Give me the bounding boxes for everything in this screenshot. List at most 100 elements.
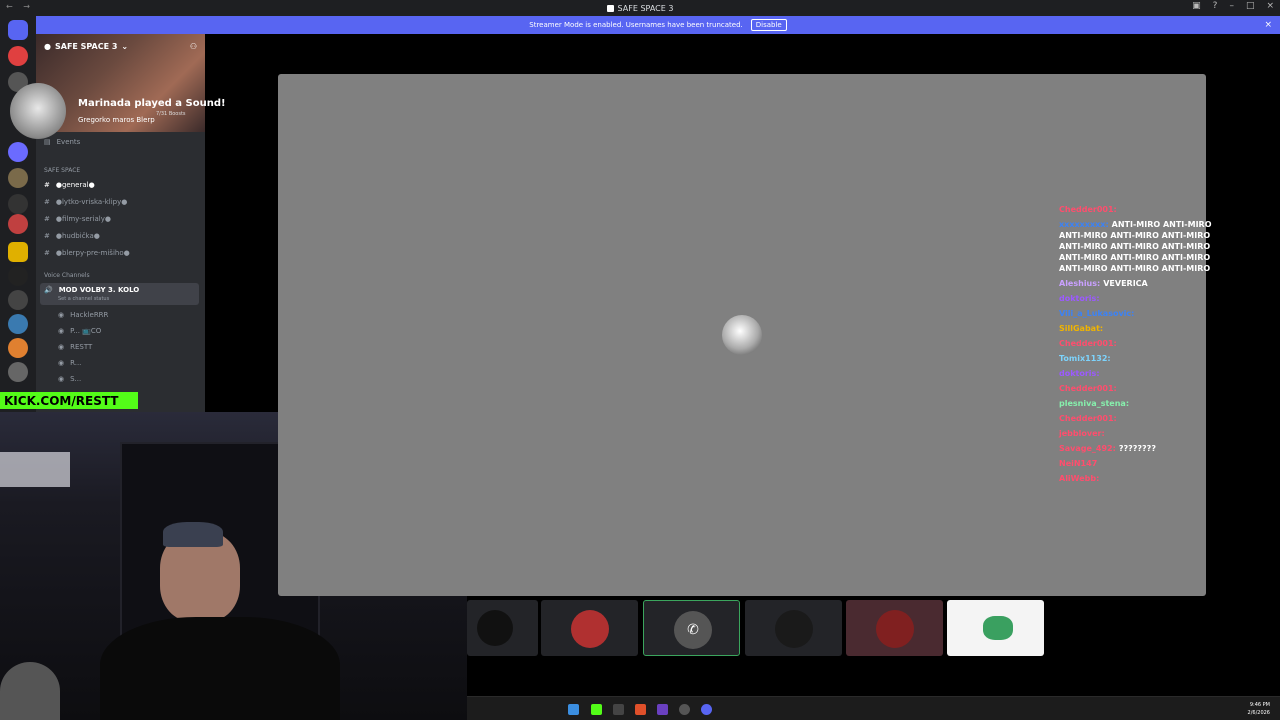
brave-icon[interactable] (635, 704, 646, 715)
events-row[interactable]: ▤ Events (44, 138, 80, 146)
avatar: ◉ (58, 359, 65, 367)
participant-tile[interactable] (846, 600, 943, 656)
person-shirt (100, 617, 340, 720)
category-safe-space[interactable]: SAFE SPACE (44, 167, 80, 174)
server-icon[interactable] (8, 338, 28, 358)
participant-tile[interactable] (947, 600, 1044, 656)
chat-message: Aleshius: VEVERICA (1059, 278, 1219, 289)
participant-tile[interactable] (467, 600, 538, 656)
invite-icon[interactable]: ⚇ (190, 42, 197, 51)
voice-user-name: P... 📺CO (70, 327, 102, 335)
channel-lytko[interactable]: # ●lytko-vriska-klipy● (44, 198, 127, 206)
avatar: ◉ (58, 311, 65, 319)
app-icon[interactable] (657, 704, 668, 715)
streamer-mode-banner: Streamer Mode is enabled. Usernames have… (36, 16, 1280, 34)
minimize-button[interactable]: – (1229, 1, 1234, 11)
clock[interactable]: 9:46 PM 2/6/2026 (1248, 701, 1270, 717)
voice-user[interactable]: ◉ HackleRRR (58, 311, 108, 319)
server-icon[interactable] (8, 214, 28, 234)
voice-user-name: R... (70, 359, 82, 367)
sound-notification: Marinada played a Sound! (78, 98, 226, 109)
taskbar: 9:46 PM 2/6/2026 (467, 696, 1280, 720)
channel-sidebar: ● SAFE SPACE 3 ⌄ ⚇ Marinada played a Sou… (36, 34, 226, 412)
chevron-down-icon: ⌄ (121, 42, 129, 51)
server-icon[interactable] (8, 168, 28, 188)
chat-username: xxxxxxxxx: (1059, 220, 1109, 229)
channel-general[interactable]: # ●general● (44, 181, 95, 189)
start-icon[interactable] (568, 704, 579, 715)
server-icon[interactable] (8, 46, 28, 66)
help-icon[interactable]: ? (1213, 1, 1218, 11)
chat-username: jebblover: (1059, 429, 1105, 438)
avatar: ◉ (58, 327, 65, 335)
boost-counter[interactable]: 7/31 Boosts (156, 111, 186, 117)
chat-text: VEVERICA (1103, 279, 1148, 288)
hash-icon: # (44, 232, 50, 240)
speaker-icon: 🔊 (44, 286, 53, 294)
participant-tile-speaking[interactable]: ✆ (643, 600, 740, 656)
chat-message: Chedder001: (1059, 413, 1219, 424)
chat-message: xxxxxxxxx: ANTI-MIRO ANTI-MIRO ANTI-MIRO … (1059, 219, 1219, 274)
chat-message: Savage_492:???????? (1059, 443, 1219, 454)
channel-hudbicka[interactable]: # ●hudbička● (44, 232, 100, 240)
chat-username: Vili_a_Lukasovic: (1059, 309, 1135, 318)
discord-home-icon[interactable] (8, 20, 28, 40)
maximize-button[interactable]: □ (1246, 1, 1255, 11)
chat-message: doktoris: (1059, 368, 1219, 379)
close-banner-icon[interactable]: × (1264, 20, 1272, 30)
back-forward-icons[interactable]: ← → (6, 2, 34, 11)
kick-app-icon[interactable] (591, 704, 602, 715)
chat-username: NeiN147 (1059, 459, 1098, 468)
chat-message: AliWebb: (1059, 473, 1219, 484)
clock-time: 9:46 PM (1249, 702, 1270, 708)
app-icon[interactable] (613, 704, 624, 715)
server-icon[interactable] (8, 362, 28, 382)
participant-tile[interactable] (745, 600, 842, 656)
category-voice[interactable]: Voice Channels (44, 272, 90, 279)
channel-filmy[interactable]: # ●filmy-serialy● (44, 215, 111, 223)
server-icon[interactable] (8, 266, 28, 286)
chat-message: Vili_a_Lukasovic: (1059, 308, 1219, 319)
chat-overlay: Chedder001: xxxxxxxxx: ANTI-MIRO ANTI-MIRO… (1059, 204, 1219, 488)
app-icon (606, 4, 614, 12)
voice-user[interactable]: ◉ P... 📺CO (58, 327, 101, 335)
close-window-button[interactable]: × (1266, 1, 1274, 11)
voice-status[interactable]: Set a channel status (58, 296, 109, 302)
participant-tiles: ✆ (467, 600, 1047, 656)
participant-tile[interactable] (541, 600, 638, 656)
disable-button[interactable]: Disable (750, 19, 787, 31)
voice-channel[interactable]: 🔊 MOD VOLBY 3. KOLO (44, 286, 139, 294)
window-title-text: SAFE SPACE 3 (617, 3, 674, 13)
server-icon[interactable] (8, 314, 28, 334)
chat-message: SillGabat: (1059, 323, 1219, 334)
voice-user[interactable]: ◉ RESTT (58, 343, 92, 351)
avatar: ◉ (58, 343, 65, 351)
chat-username: doktoris: (1059, 294, 1100, 303)
chat-message: Chedder001: (1059, 204, 1219, 215)
channel-label: ●hudbička● (55, 232, 100, 240)
server-icon[interactable] (8, 194, 28, 214)
hash-icon: # (44, 215, 50, 223)
mascot-figure (0, 662, 60, 720)
air-conditioner (0, 452, 70, 487)
server-name[interactable]: ● SAFE SPACE 3 ⌄ (44, 42, 128, 51)
chat-username: AliWebb: (1059, 474, 1100, 483)
window-controls: ▣ ? – □ × (1192, 1, 1274, 11)
stage-avatar[interactable] (722, 315, 762, 355)
channel-blerpy[interactable]: # ●blerpy-pre-mišiho● (44, 249, 130, 257)
voice-user[interactable]: ◉ S... (58, 375, 81, 383)
discord-icon[interactable] (701, 704, 712, 715)
folder-icon[interactable] (8, 242, 28, 262)
server-list (0, 16, 36, 416)
server-icon[interactable] (8, 290, 28, 310)
voice-user-name: S... (70, 375, 82, 383)
kick-overlay: KICK.COM/RESTT (0, 392, 138, 409)
voice-user[interactable]: ◉ R... (58, 359, 81, 367)
server-icon[interactable] (8, 142, 28, 162)
chat-username: Aleshius: (1059, 279, 1101, 288)
inbox-icon[interactable]: ▣ (1192, 1, 1201, 11)
chat-username: Tomix1132: (1059, 354, 1111, 363)
settings-icon[interactable] (679, 704, 690, 715)
channel-label: ●blerpy-pre-mišiho● (55, 249, 130, 257)
chat-message: Chedder001: (1059, 383, 1219, 394)
